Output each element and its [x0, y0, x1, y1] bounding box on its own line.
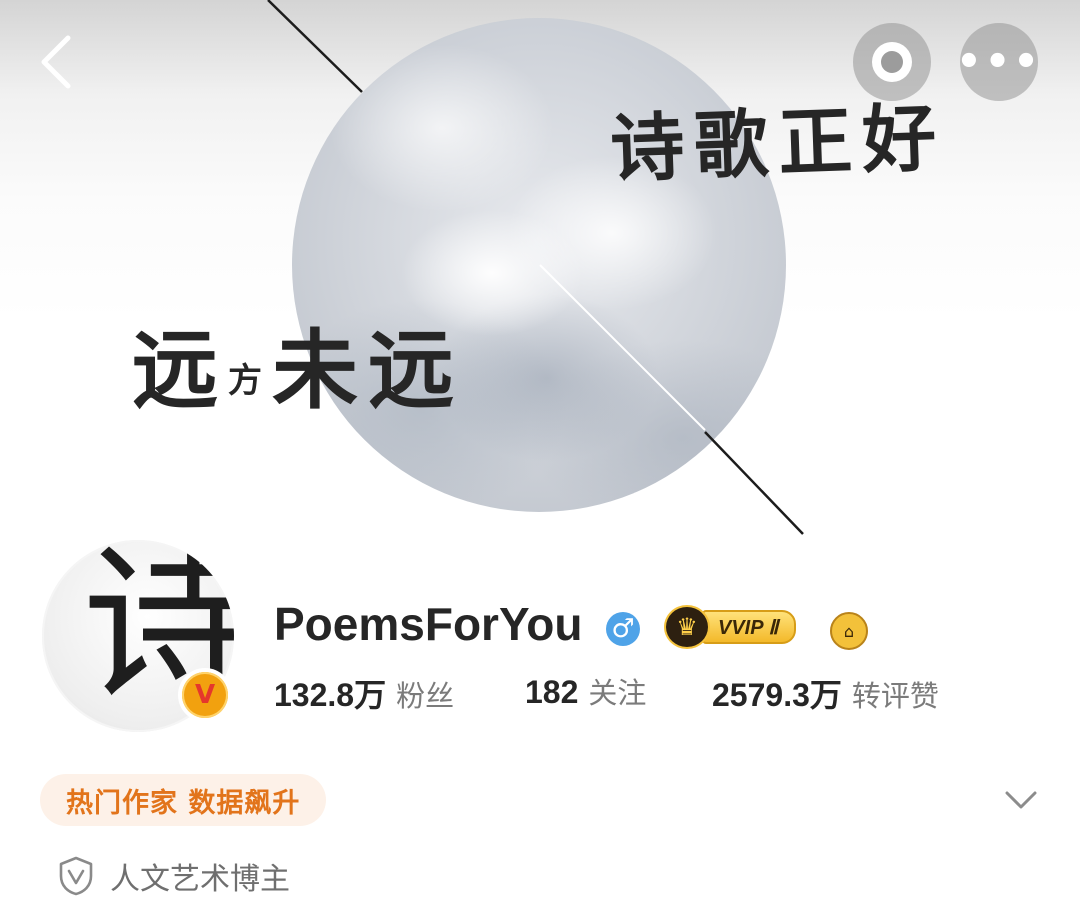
- medal-icon[interactable]: ⌂: [830, 612, 868, 650]
- stat-value: 182: [525, 674, 579, 710]
- hot-writer-tag[interactable]: 热门作家 数据飙升: [40, 774, 327, 826]
- stat-value: 2579.3万: [712, 677, 842, 713]
- target-icon: [872, 42, 912, 82]
- vvip-badge[interactable]: ♛ VVIP Ⅱ: [664, 605, 804, 649]
- back-button[interactable]: [28, 30, 84, 94]
- more-button[interactable]: •••: [956, 23, 1039, 101]
- stat-fans[interactable]: 132.8万 粉丝: [274, 670, 454, 716]
- calligraphy-small-char: 方: [228, 361, 272, 401]
- stat-label: 转评赞: [851, 679, 939, 713]
- crown-icon: ♛: [664, 605, 710, 649]
- stat-label: 粉丝: [396, 679, 455, 713]
- gender-male-icon: ♂: [606, 612, 640, 646]
- shield-v-icon: [59, 856, 93, 896]
- stat-reposts-comments-likes[interactable]: 2579.3万 转评赞: [712, 670, 939, 716]
- category-row[interactable]: 人文艺术博主: [58, 852, 290, 900]
- verified-v-icon: V: [182, 672, 228, 718]
- target-button[interactable]: [853, 23, 931, 101]
- stat-value: 132.8万: [274, 677, 387, 713]
- verified-badge[interactable]: V: [178, 668, 232, 722]
- chevron-down-icon: [1005, 791, 1037, 809]
- chevron-left-icon: [41, 35, 71, 89]
- expand-button[interactable]: [998, 780, 1044, 820]
- vvip-label: VVIP Ⅱ: [702, 610, 797, 644]
- stat-following[interactable]: 182 关注: [525, 670, 646, 712]
- category-label: 人文艺术博主: [110, 862, 290, 897]
- calligraphy-char: 远: [132, 320, 228, 421]
- stat-label: 关注: [588, 676, 647, 710]
- calligraphy-chars: 未远: [272, 320, 464, 421]
- profile-name: PoemsForYou: [274, 598, 583, 650]
- more-dots-icon: •••: [956, 39, 1042, 85]
- cover-calligraphy-left: 远方未远: [132, 300, 464, 425]
